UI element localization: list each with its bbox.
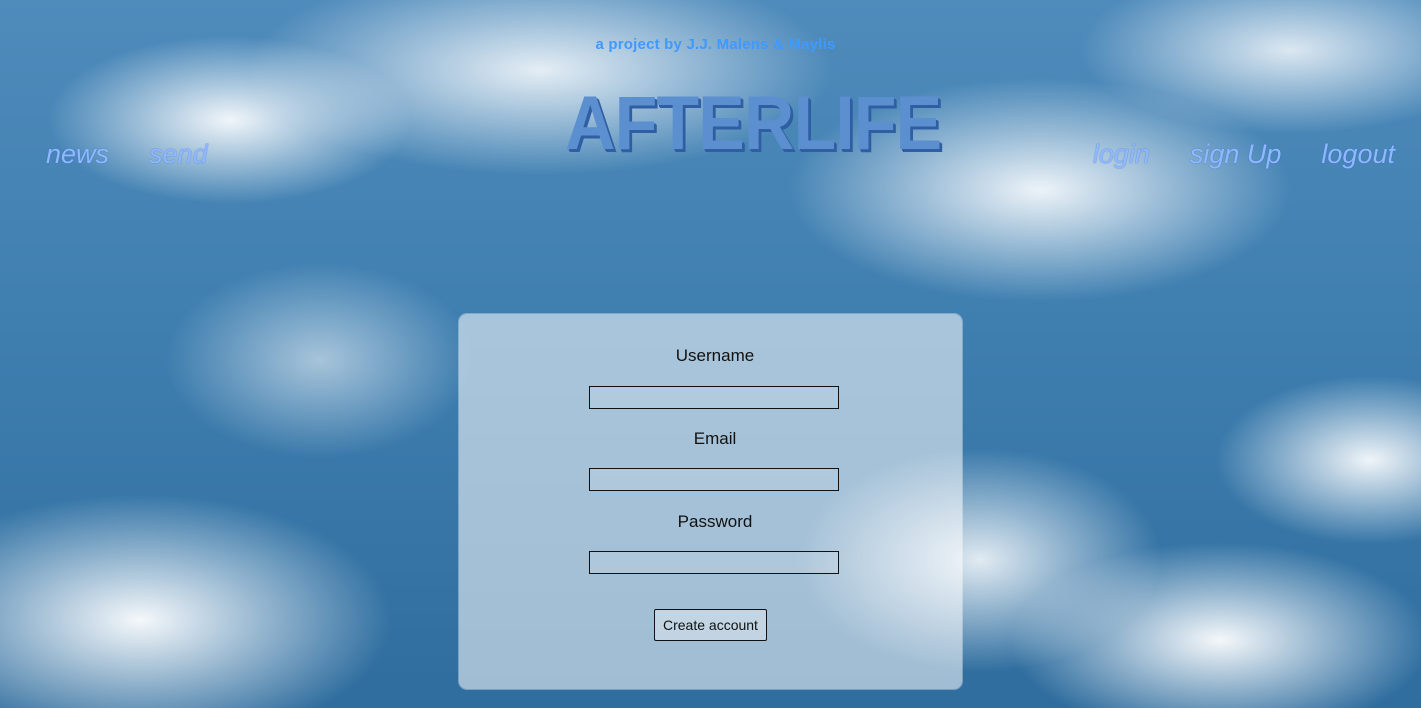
nav-left: news send bbox=[46, 134, 208, 174]
nav-news-link[interactable]: news bbox=[46, 139, 109, 170]
nav-right: login sign Up logout bbox=[1093, 134, 1395, 174]
nav-signup-link[interactable]: sign Up bbox=[1190, 139, 1282, 170]
create-account-button[interactable]: Create account bbox=[654, 609, 767, 641]
username-label: Username bbox=[675, 346, 755, 365]
nav-login-link[interactable]: login bbox=[1093, 139, 1150, 170]
site-logo: AFTERLIFE bbox=[565, 81, 942, 166]
page: { "header": { "subtitle": "a project by … bbox=[0, 0, 1421, 708]
nav-send-link[interactable]: send bbox=[149, 139, 208, 170]
password-label: Password bbox=[677, 512, 753, 531]
email-label: Email bbox=[693, 429, 737, 448]
nav-logout-link[interactable]: logout bbox=[1321, 139, 1395, 170]
password-input[interactable] bbox=[589, 551, 839, 574]
signup-form: Username Email Password Create account bbox=[459, 314, 962, 689]
username-input[interactable] bbox=[589, 386, 839, 409]
project-credit: a project by J.J. Malens & Maylis bbox=[595, 36, 836, 53]
email-input[interactable] bbox=[589, 468, 839, 491]
